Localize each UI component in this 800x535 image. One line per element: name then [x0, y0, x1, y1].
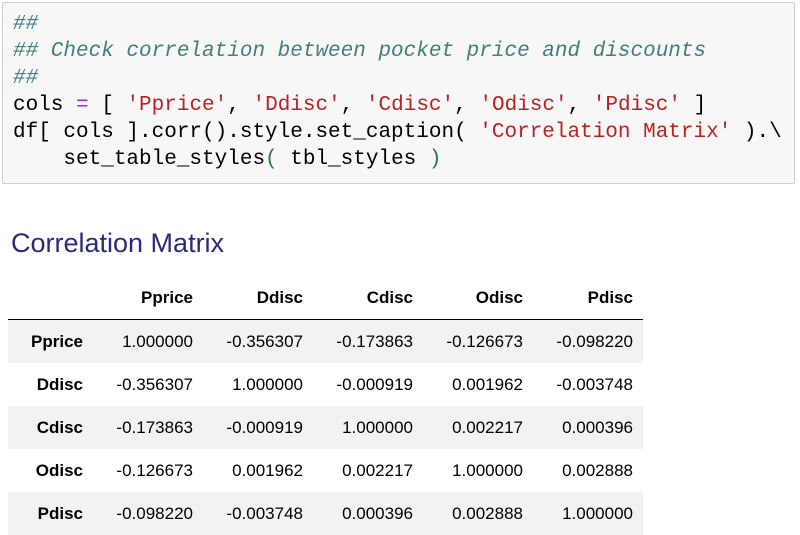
row-header: Ddisc [36, 374, 83, 394]
code-text: set_table_styles [13, 148, 266, 171]
code-text: ] [681, 94, 707, 117]
correlation-table: Pprice Ddisc Cdisc Odisc Pdisc Pprice 1.… [8, 276, 643, 535]
table-cell: 0.001962 [452, 374, 523, 394]
code-paren: ) [428, 148, 442, 171]
code-cell[interactable]: ## ## Check correlation between pocket p… [2, 2, 795, 184]
code-text: , [340, 94, 366, 117]
table-cell: 0.002217 [452, 417, 523, 437]
table-cell: -0.000919 [226, 417, 303, 437]
table-row: Odisc -0.126673 0.001962 0.002217 1.0000… [8, 449, 643, 492]
column-header: Cdisc [313, 276, 423, 320]
table-cell: -0.000919 [336, 374, 413, 394]
code-text: , [567, 94, 593, 117]
table-cell: -0.173863 [336, 331, 413, 351]
column-header: Pdisc [533, 276, 643, 320]
code-operator: = [76, 94, 89, 117]
row-header: Cdisc [36, 417, 83, 437]
row-header: Pdisc [37, 503, 83, 523]
code-text: [ [88, 94, 127, 117]
code-text: , [454, 94, 480, 117]
table-row: Ddisc -0.356307 1.000000 -0.000919 0.001… [8, 363, 643, 406]
table-cell: -0.098220 [116, 503, 193, 523]
code-editor[interactable]: ## ## Check correlation between pocket p… [13, 11, 782, 173]
code-string: 'Ddisc' [252, 94, 341, 117]
row-header: Pprice [31, 331, 83, 351]
table-row: Pprice 1.000000 -0.356307 -0.173863 -0.1… [8, 319, 643, 363]
table-caption: Correlation Matrix [11, 228, 225, 258]
code-text: , [227, 94, 253, 117]
code-string: 'Cdisc' [365, 94, 455, 117]
table-cell: 1.000000 [562, 503, 633, 523]
code-text: tbl_styles [277, 148, 429, 171]
table-cell: 0.000396 [342, 503, 413, 523]
table-header-row: Pprice Ddisc Cdisc Odisc Pdisc [8, 276, 643, 320]
table-cell: -0.003748 [226, 503, 303, 523]
table-cell: -0.098220 [556, 331, 633, 351]
table-cell: 0.000396 [562, 417, 633, 437]
table-cell: 1.000000 [122, 331, 193, 351]
code-comment-line: ## Check correlation between pocket pric… [13, 40, 707, 63]
code-comment-line: ## [13, 13, 39, 36]
table-row: Cdisc -0.173863 -0.000919 1.000000 0.002… [8, 406, 643, 449]
table-cell: -0.356307 [226, 331, 303, 351]
table-cell: 1.000000 [452, 460, 523, 480]
code-string: 'Pprice' [126, 94, 228, 117]
code-comment-line: ## [13, 67, 39, 90]
table-cell: -0.356307 [116, 374, 193, 394]
code-text: ).\ [731, 121, 782, 144]
table-cell: -0.126673 [446, 331, 523, 351]
column-header: Pprice [93, 276, 203, 320]
table-cell: 0.001962 [232, 460, 303, 480]
column-header: Odisc [423, 276, 533, 320]
table-cell: -0.126673 [116, 460, 193, 480]
code-text: df[ cols ].corr().style.set_caption( [13, 121, 480, 144]
code-string: 'Odisc' [479, 94, 568, 117]
column-header: Ddisc [203, 276, 313, 320]
row-header: Odisc [35, 460, 83, 480]
code-string: 'Pdisc' [592, 94, 682, 117]
table-cell: 0.002888 [562, 460, 633, 480]
code-string: 'Correlation Matrix' [479, 121, 732, 144]
table-cell: -0.003748 [556, 374, 633, 394]
table-cell: 0.002888 [452, 503, 523, 523]
code-text: cols [13, 94, 77, 117]
code-paren: ( [265, 148, 278, 171]
table-corner [8, 276, 93, 320]
table-cell: 1.000000 [342, 417, 413, 437]
table-cell: -0.173863 [116, 417, 193, 437]
table-cell: 1.000000 [232, 374, 303, 394]
table-cell: 0.002217 [342, 460, 413, 480]
table-row: Pdisc -0.098220 -0.003748 0.000396 0.002… [8, 492, 643, 535]
